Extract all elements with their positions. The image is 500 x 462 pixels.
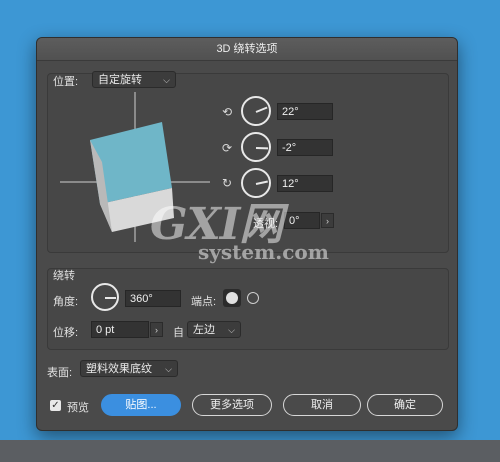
- surface-dropdown[interactable]: 塑料效果底纹 ⌵: [80, 360, 178, 377]
- from-dropdown-value: 左边: [193, 324, 215, 336]
- revolve-group: 绕转 角度: 360° 端点: 位移: 0 pt › 自 左边 ⌵: [47, 268, 449, 350]
- position-group: 位置: 自定旋转 ⌵ ⟲ 22° ⟳ -2° ↻ 12° 透视: 0° ›: [47, 71, 449, 253]
- cap-label: 端点:: [191, 296, 217, 308]
- position-label: 位置:: [53, 76, 79, 88]
- desktop-bottom-strip: [0, 440, 500, 462]
- cancel-button[interactable]: 取消: [283, 394, 361, 416]
- rotate-z-dial[interactable]: [241, 168, 271, 198]
- dialog-title: 3D 绕转选项: [37, 38, 457, 61]
- rotate-x-dial[interactable]: [241, 96, 271, 126]
- cap-off-button[interactable]: [244, 289, 262, 307]
- rotate-x-field[interactable]: 22°: [277, 103, 333, 120]
- offset-slider-arrow[interactable]: ›: [150, 322, 163, 337]
- angle-field[interactable]: 360°: [125, 290, 181, 307]
- surface-dropdown-value: 塑料效果底纹: [86, 363, 152, 375]
- rotate-y-axis-icon: ⟳: [221, 141, 233, 155]
- perspective-label: 透视:: [253, 218, 279, 230]
- position-dropdown-value: 自定旋转: [98, 74, 142, 86]
- more-options-button[interactable]: 更多选项: [192, 394, 272, 416]
- rotate-y-dial[interactable]: [241, 132, 271, 162]
- rotate-z-axis-icon: ↻: [221, 176, 233, 190]
- rotate-z-field[interactable]: 12°: [277, 175, 333, 192]
- map-art-button[interactable]: 贴图...: [101, 394, 181, 416]
- cap-hollow-icon: [247, 292, 259, 304]
- 3d-revolve-options-dialog: 3D 绕转选项 位置: 自定旋转 ⌵ ⟲ 22° ⟳ -2° ↻ 12° 透视:…: [36, 37, 458, 431]
- angle-label: 角度:: [53, 296, 79, 308]
- from-dropdown[interactable]: 左边 ⌵: [187, 321, 241, 338]
- preview-checkbox[interactable]: ✓: [50, 400, 61, 411]
- from-label: 自: [173, 327, 184, 339]
- offset-field[interactable]: 0 pt: [91, 321, 149, 338]
- chevron-down-icon: ⌵: [228, 325, 235, 335]
- chevron-down-icon: ⌵: [163, 75, 170, 85]
- cube-track-svg: [60, 92, 210, 242]
- perspective-field[interactable]: 0°: [284, 212, 320, 229]
- surface-label: 表面:: [47, 367, 73, 379]
- rotate-x-axis-icon: ⟲: [221, 105, 233, 119]
- chevron-down-icon: ⌵: [165, 364, 172, 374]
- angle-dial[interactable]: [91, 283, 119, 311]
- ok-button[interactable]: 确定: [367, 394, 443, 416]
- cap-on-button[interactable]: [223, 289, 241, 307]
- revolve-label: 绕转: [53, 270, 75, 282]
- offset-label: 位移:: [53, 327, 79, 339]
- cap-solid-icon: [226, 292, 238, 304]
- rotate-y-field[interactable]: -2°: [277, 139, 333, 156]
- perspective-slider-arrow[interactable]: ›: [321, 213, 334, 228]
- position-dropdown[interactable]: 自定旋转 ⌵: [92, 71, 176, 88]
- preview-label: 预览: [67, 402, 89, 414]
- cube-preview[interactable]: [60, 92, 210, 242]
